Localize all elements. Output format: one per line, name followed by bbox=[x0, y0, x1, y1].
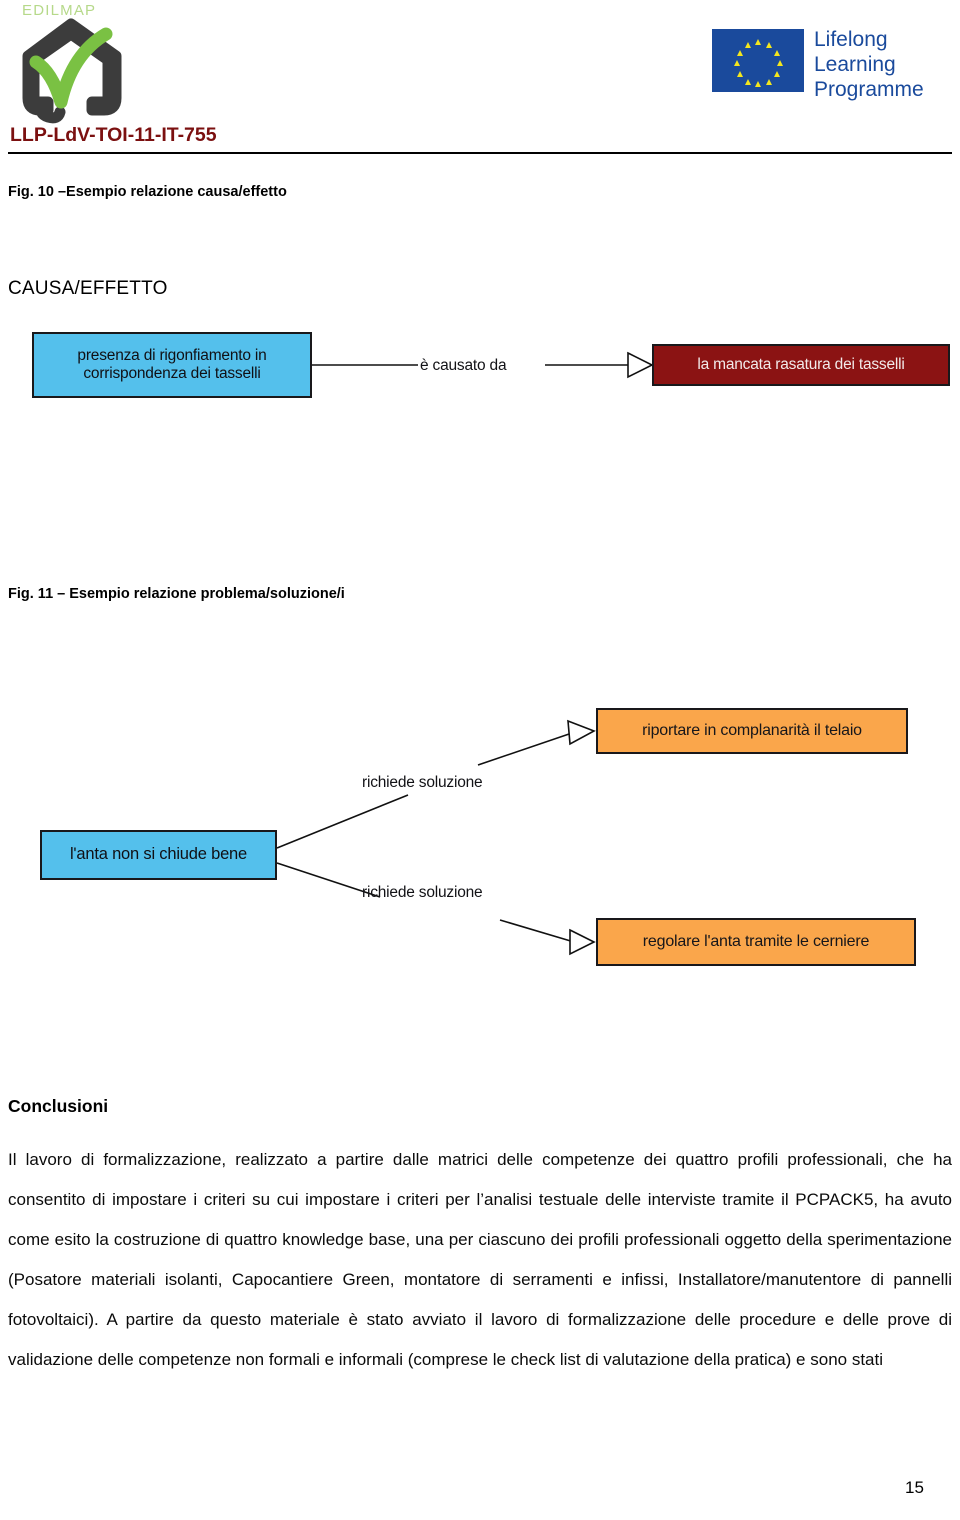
arrowhead-icon bbox=[627, 351, 654, 379]
node-problem-rigonfiamento: presenza di rigonfiamento in corrisponde… bbox=[32, 332, 312, 398]
node-label: riportare in complanarità il telaio bbox=[642, 721, 862, 739]
page-header: EDILMAP Lifelong Learning Programme LLP-… bbox=[0, 0, 960, 158]
node-solution-riportare-telaio: riportare in complanarità il telaio bbox=[596, 708, 908, 754]
edilmap-logo: EDILMAP bbox=[10, 2, 150, 124]
project-code: LLP-LdV-TOI-11-IT-755 bbox=[10, 124, 217, 146]
node-label: l'anta non si chiude bene bbox=[69, 845, 248, 864]
header-divider bbox=[8, 152, 952, 154]
conclusioni-body-text: Il lavoro di formalizzazione, realizzato… bbox=[8, 1150, 952, 1369]
page-number: 15 bbox=[905, 1478, 924, 1497]
llp-wordmark: Lifelong Learning Programme bbox=[814, 28, 924, 101]
figure-11-diagram: riportare in complanarità il telaio rich… bbox=[0, 690, 960, 990]
edilmap-house-check-logo-icon bbox=[22, 18, 122, 124]
eu-flag-icon bbox=[712, 29, 804, 92]
conclusioni-heading: Conclusioni bbox=[8, 1096, 109, 1116]
lifelong-learning-programme-logo: Lifelong Learning Programme bbox=[712, 27, 950, 103]
arrowhead-icon bbox=[567, 719, 596, 746]
node-solution-regolare-cerniere: regolare l'anta tramite le cerniere bbox=[596, 918, 916, 966]
causa-effetto-section-title: CAUSA/EFFETTO bbox=[8, 278, 168, 299]
node-label: presenza di rigonfiamento in corrisponde… bbox=[77, 346, 267, 382]
node-label: regolare l'anta tramite le cerniere bbox=[642, 932, 870, 950]
node-cause-rasatura: la mancata rasatura dei tasselli bbox=[652, 344, 950, 386]
figure-10-caption: Fig. 10 –Esempio relazione causa/effetto bbox=[8, 184, 287, 200]
node-label: la mancata rasatura dei tasselli bbox=[697, 355, 905, 373]
figure-10-diagram: presenza di rigonfiamento in corrisponde… bbox=[0, 300, 960, 430]
arrowhead-icon bbox=[569, 928, 596, 956]
node-problem-anta-non-chiude: l'anta non si chiude bene bbox=[40, 830, 277, 880]
edge-label-richiede-soluzione-2: richiede soluzione bbox=[362, 884, 483, 901]
edge-label-e-causato-da: è causato da bbox=[420, 357, 507, 374]
figure-11-caption: Fig. 11 – Esempio relazione problema/sol… bbox=[8, 586, 345, 602]
edge-label-richiede-soluzione-1: richiede soluzione bbox=[362, 774, 483, 791]
